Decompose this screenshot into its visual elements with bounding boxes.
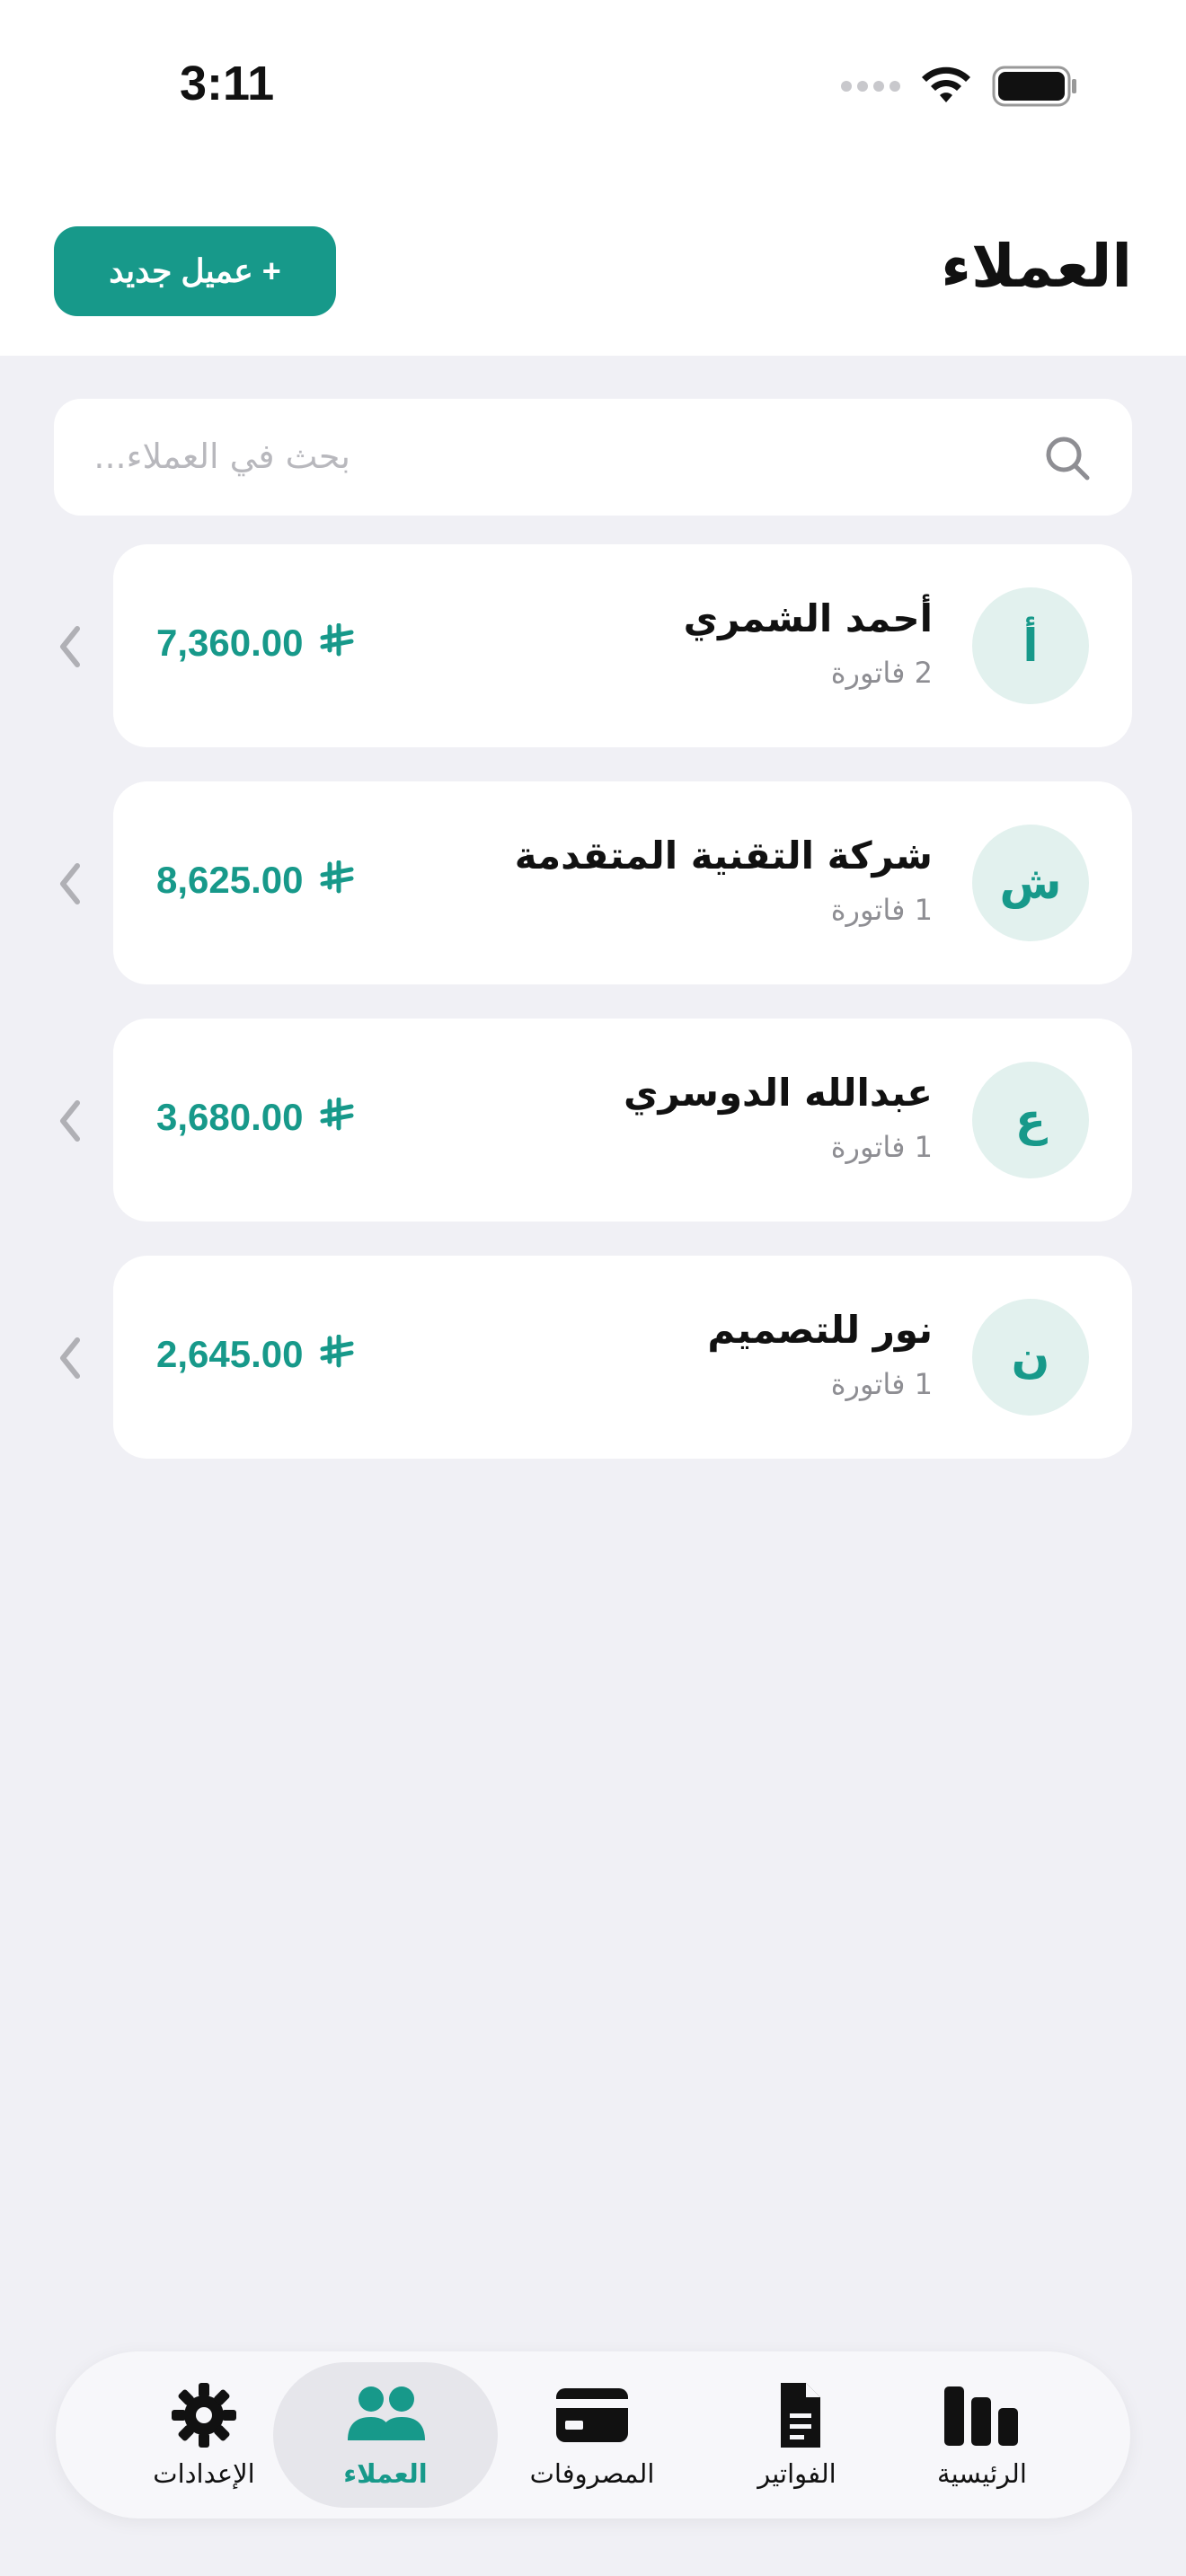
client-name: نور للتصميم <box>707 1308 933 1352</box>
card-icon <box>556 2388 628 2442</box>
chevron-left-icon[interactable] <box>54 620 86 674</box>
avatar: ش <box>972 825 1089 941</box>
new-client-button[interactable]: + عميل جديد <box>54 226 336 316</box>
gear-icon <box>172 2383 236 2448</box>
riyal-icon <box>314 859 355 901</box>
riyal-icon <box>314 1096 355 1138</box>
client-name: أحمد الشمري <box>683 596 933 640</box>
amount-value: 8,625.00 <box>156 859 304 901</box>
status-time: 3:11 <box>180 57 275 110</box>
client-amount: 2,645.00 <box>156 1333 355 1376</box>
tab-expenses[interactable]: المصروفات <box>480 2362 704 2508</box>
tab-label: الفواتير <box>757 2458 836 2489</box>
signal-icon <box>841 81 900 92</box>
tab-label: الإعدادات <box>153 2458 255 2489</box>
tab-bar: الإعدادات العملاء المصروفات الفواتير الر… <box>56 2351 1130 2519</box>
battery-icon <box>992 66 1076 107</box>
avatar: ع <box>972 1062 1089 1178</box>
client-amount: 7,360.00 <box>156 622 355 665</box>
client-card[interactable]: ش شركة التقنية المتقدمة 1 فاتورة 8,625.0… <box>113 781 1132 984</box>
client-card[interactable]: ع عبدالله الدوسري 1 فاتورة 3,680.00 <box>113 1019 1132 1222</box>
riyal-icon <box>314 622 355 664</box>
chevron-left-icon[interactable] <box>54 1094 86 1148</box>
client-amount: 3,680.00 <box>156 1096 355 1139</box>
avatar: أ <box>972 587 1089 704</box>
document-icon <box>781 2383 820 2448</box>
riyal-icon <box>314 1333 355 1375</box>
search-bar[interactable]: بحث في العملاء... <box>54 399 1132 516</box>
search-input[interactable]: بحث في العملاء... <box>54 437 350 476</box>
tab-label: العملاء <box>343 2458 428 2489</box>
chevron-left-icon[interactable] <box>54 1331 86 1385</box>
client-invoice-count: 1 فاتورة <box>830 893 933 927</box>
tab-clients[interactable]: العملاء <box>273 2362 498 2508</box>
chart-bars-icon <box>944 2386 1018 2446</box>
tab-label: الرئيسية <box>937 2458 1027 2489</box>
client-card[interactable]: ن نور للتصميم 1 فاتورة 2,645.00 <box>113 1256 1132 1459</box>
status-icons <box>841 65 1078 108</box>
amount-value: 3,680.00 <box>156 1096 304 1138</box>
wifi-icon <box>922 66 970 102</box>
chevron-left-icon[interactable] <box>54 857 86 911</box>
search-icon <box>1046 437 1090 481</box>
client-amount: 8,625.00 <box>156 859 355 902</box>
avatar: ن <box>972 1299 1089 1416</box>
header: العملاء + عميل جديد <box>0 180 1186 356</box>
tab-home[interactable]: الرئيسية <box>870 2362 1094 2508</box>
amount-value: 2,645.00 <box>156 1333 304 1375</box>
people-icon <box>348 2386 425 2440</box>
client-card[interactable]: أ أحمد الشمري 2 فاتورة 7,360.00 <box>113 544 1132 747</box>
client-invoice-count: 1 فاتورة <box>830 1367 933 1401</box>
status-bar: 3:11 <box>0 0 1186 180</box>
client-name: عبدالله الدوسري <box>624 1071 933 1115</box>
client-invoice-count: 2 فاتورة <box>830 656 933 690</box>
client-invoice-count: 1 فاتورة <box>830 1130 933 1164</box>
tab-label: المصروفات <box>529 2458 655 2489</box>
amount-value: 7,360.00 <box>156 622 304 664</box>
page-title: العملاء <box>941 232 1132 301</box>
client-name: شركة التقنية المتقدمة <box>514 834 933 878</box>
